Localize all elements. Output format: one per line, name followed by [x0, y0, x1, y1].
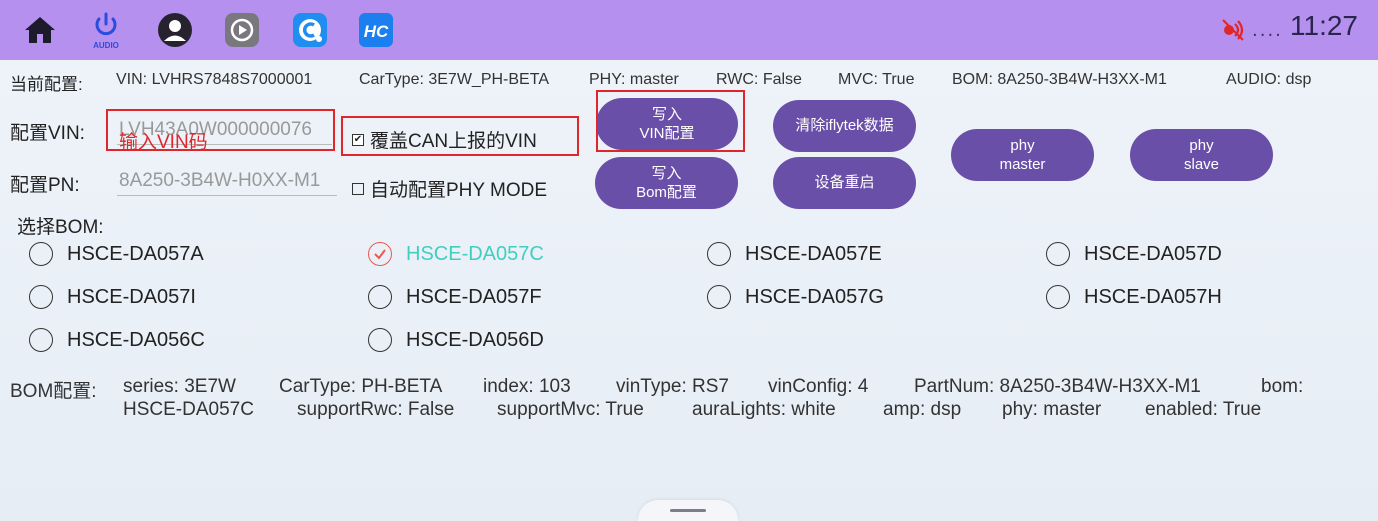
drag-handle-icon: [670, 509, 706, 512]
phy-slave-line1: phy: [1189, 136, 1214, 154]
bom-vinconfig: vinConfig: 4: [768, 376, 869, 397]
phy-slave-line2: slave: [1183, 156, 1220, 173]
home-icon[interactable]: [20, 10, 60, 50]
radio-unchecked-icon: [368, 285, 392, 309]
profile-icon[interactable]: [155, 10, 195, 50]
select-bom-label: 选择BOM:: [17, 217, 104, 238]
svg-text:HC: HC: [364, 22, 389, 41]
bom-radio-option[interactable]: HSCE-DA056D: [368, 328, 544, 352]
config-panel: 当前配置: VIN: LVHRS7848S7000001 CarType: 3E…: [0, 60, 1378, 521]
radio-unchecked-icon: [29, 328, 53, 352]
signal-off-icon: [1213, 10, 1253, 50]
bom-bom-value: HSCE-DA057C: [123, 399, 254, 420]
current-config-label: 当前配置:: [10, 75, 83, 94]
bom-series: series: 3E7W: [123, 376, 236, 397]
pn-label: 配置PN:: [10, 175, 80, 196]
write-vin-highlight-box: [596, 90, 745, 152]
bom-enabled: enabled: True: [1145, 399, 1262, 420]
write-bom-button[interactable]: 写入 Bom配置: [595, 157, 738, 209]
radio-unchecked-icon: [707, 242, 731, 266]
play-app-icon[interactable]: [222, 10, 262, 50]
status-dots: ....: [1252, 20, 1283, 41]
bom-option-label: HSCE-DA057H: [1084, 285, 1222, 308]
bom-phy: phy: master: [1002, 399, 1102, 420]
write-bom-line1: 写入: [651, 164, 682, 182]
hc-app-icon[interactable]: HC: [356, 10, 396, 50]
bom-amp: amp: dsp: [883, 399, 962, 420]
bom-radio-option[interactable]: HSCE-DA057F: [368, 285, 542, 309]
radio-unchecked-icon: [29, 242, 53, 266]
bom-aura-lights: auraLights: white: [692, 399, 836, 420]
audio-label: AUDIO: [93, 41, 119, 50]
bom-option-label: HSCE-DA056D: [406, 328, 544, 351]
radio-unchecked-icon: [368, 328, 392, 352]
cover-vin-highlight-box: [341, 116, 579, 156]
current-vin: VIN: LVHRS7848S7000001: [116, 71, 313, 88]
bom-option-label: HSCE-DA056C: [67, 328, 205, 351]
radio-unchecked-icon: [1046, 285, 1070, 309]
bom-radio-option[interactable]: HSCE-DA057E: [707, 242, 882, 266]
bom-support-rwc: supportRwc: False: [297, 399, 455, 420]
bom-option-label: HSCE-DA057D: [1084, 242, 1222, 265]
bom-radio-option[interactable]: HSCE-DA057H: [1046, 285, 1222, 309]
c-app-icon[interactable]: [290, 10, 330, 50]
radio-unchecked-icon: [29, 285, 53, 309]
bom-radio-option[interactable]: HSCE-DA057A: [29, 242, 204, 266]
bom-option-label: HSCE-DA057A: [67, 242, 204, 265]
phy-master-line1: phy: [1010, 136, 1035, 154]
clear-iflytek-button[interactable]: 清除iflytek数据: [773, 100, 916, 152]
bom-option-label: HSCE-DA057I: [67, 285, 196, 308]
status-bar: AUDIO HC .... 11:27: [0, 0, 1378, 60]
current-bom: BOM: 8A250-3B4W-H3XX-M1: [952, 71, 1167, 88]
bom-index: index: 103: [483, 376, 571, 397]
bom-radio-option[interactable]: HSCE-DA057D: [1046, 242, 1222, 266]
current-rwc: RWC: False: [716, 71, 802, 88]
bom-radio-option[interactable]: HSCE-DA057I: [29, 285, 196, 309]
phy-master-button[interactable]: phy master: [951, 129, 1094, 181]
bottom-drawer-handle[interactable]: [638, 500, 738, 521]
radio-unchecked-icon: [707, 285, 731, 309]
current-mvc: MVC: True: [838, 71, 915, 88]
auto-phy-label: 自动配置PHY MODE: [370, 180, 548, 201]
vin-label: 配置VIN:: [10, 123, 85, 144]
bom-option-label: HSCE-DA057G: [745, 285, 884, 308]
current-phy: PHY: master: [589, 71, 679, 88]
bom-support-mvc: supportMvc: True: [497, 399, 644, 420]
auto-phy-checkbox[interactable]: 自动配置PHY MODE: [352, 175, 547, 202]
phy-master-line2: master: [999, 156, 1046, 173]
current-audio: AUDIO: dsp: [1226, 71, 1312, 88]
bom-option-label: HSCE-DA057E: [745, 242, 882, 265]
clock: 11:27: [1290, 10, 1358, 41]
bom-radio-option-selected[interactable]: HSCE-DA057C: [368, 242, 544, 266]
vin-highlight-box: [106, 109, 335, 151]
radio-unchecked-icon: [1046, 242, 1070, 266]
write-bom-line2: Bom配置: [636, 184, 697, 201]
bom-radio-option[interactable]: HSCE-DA057G: [707, 285, 884, 309]
bom-vintype: vinType: RS7: [616, 376, 729, 397]
pn-input[interactable]: [117, 166, 337, 196]
bom-config-label: BOM配置:: [10, 381, 97, 402]
bom-option-label: HSCE-DA057F: [406, 285, 542, 308]
radio-checked-icon: [368, 242, 392, 266]
current-cartype: CarType: 3E7W_PH-BETA: [359, 71, 549, 88]
audio-power-icon[interactable]: AUDIO: [86, 10, 126, 50]
bom-radio-option[interactable]: HSCE-DA056C: [29, 328, 205, 352]
bom-cartype: CarType: PH-BETA: [279, 376, 443, 397]
bom-bom-key: bom:: [1261, 376, 1304, 397]
bom-option-label: HSCE-DA057C: [406, 242, 544, 265]
phy-slave-button[interactable]: phy slave: [1130, 129, 1273, 181]
bom-partnum: PartNum: 8A250-3B4W-H3XX-M1: [914, 376, 1201, 397]
checkbox-unchecked-icon: [352, 182, 364, 195]
reboot-button[interactable]: 设备重启: [773, 157, 916, 209]
